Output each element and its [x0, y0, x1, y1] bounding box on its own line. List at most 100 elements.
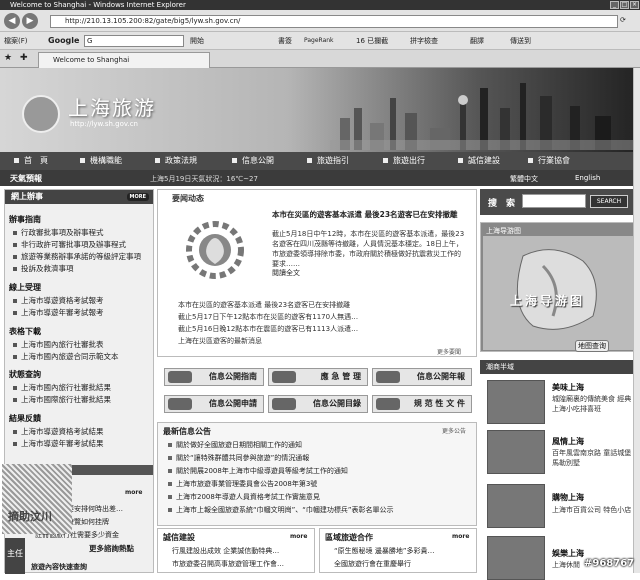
read-all-link[interactable]: 閱讀全文: [272, 268, 300, 278]
info-guide-button[interactable]: 信息公開指南: [164, 368, 264, 386]
browser-toolbar: 檔案(F) Google G 開始 書簽 PageRank 16 已攔截 拼字檢…: [0, 32, 640, 50]
regulations-button[interactable]: 規 范 性 文 件: [372, 395, 472, 413]
notice-line[interactable]: 上海市上報全國旅遊系統“巾幗文明崗”、“巾幗建功標兵”表彰名單公示: [168, 505, 394, 515]
site-logo-icon: [22, 95, 60, 133]
lang-traditional-link[interactable]: 繁體中文: [510, 174, 538, 184]
news-line[interactable]: 本市在災區的遊客基本派遣 最後23名遊客已在安排撤離: [178, 300, 350, 310]
annual-report-icon: [376, 371, 400, 383]
left-link[interactable]: 上海市國際旅行社審批結果: [13, 394, 111, 405]
spellcheck-button[interactable]: 拼字檢查: [410, 36, 438, 46]
news-headline[interactable]: 本市在災區的遊客基本派遣 最後23名遊客已在安排撤離: [272, 209, 466, 220]
shop-title[interactable]: 風情上海: [552, 436, 584, 447]
nav-travel[interactable]: 旅遊出行: [383, 155, 425, 167]
left-link[interactable]: 旅遊等業務辦事承諾的等級評定事項: [13, 251, 141, 262]
nav-association[interactable]: 行業協會: [528, 155, 570, 167]
section-title: 表格下載: [9, 327, 41, 336]
file-menu[interactable]: 檔案(F): [4, 36, 28, 46]
integrity-line[interactable]: 市旅遊委召開高事旅遊管理工作會…: [172, 559, 284, 569]
nav-home[interactable]: 首 頁: [14, 155, 48, 167]
site-search-button[interactable]: SEARCH: [590, 195, 628, 208]
integrity-more-link[interactable]: more: [290, 533, 307, 540]
google-logo: Google: [48, 36, 80, 45]
coop-line[interactable]: 全國旅遊行會在重慶舉行: [334, 559, 411, 569]
interact-line[interactable]: 遊覽如何挂牌: [67, 517, 109, 527]
notice-more-link[interactable]: 更多公告: [442, 426, 466, 435]
left-link[interactable]: 上海市導遊資格考試結果: [13, 426, 104, 437]
shopping-image[interactable]: [487, 484, 545, 528]
nav-org[interactable]: 機構職能: [80, 155, 122, 167]
url-input[interactable]: http://210.13.105.200:82/gate/big5/lyw.s…: [50, 15, 618, 28]
send-to-button[interactable]: 傳送到: [510, 36, 531, 46]
integrity-line[interactable]: 行風建設出成效 企業誠信動特典…: [172, 546, 279, 556]
bookmarks-button[interactable]: 書簽: [278, 36, 292, 46]
left-link[interactable]: 投訴及救濟事項: [13, 263, 74, 274]
left-link[interactable]: 非行政許可審批事項及辦事程式: [13, 239, 126, 250]
notice-line[interactable]: 上海市旅遊事業管理委員會公告2008年第3號: [168, 479, 317, 489]
emergency-button[interactable]: 應 急 管 理: [268, 368, 368, 386]
left-link[interactable]: 上海市國內旅遊合同示範文本: [13, 351, 119, 362]
add-favorite-icon[interactable]: ✚: [20, 53, 28, 63]
info-catalog-button[interactable]: 信息公開目錄: [268, 395, 368, 413]
favorites-star-icon[interactable]: ★: [4, 53, 12, 63]
refresh-icon[interactable]: ⟳: [620, 16, 626, 24]
left-link[interactable]: 上海市導遊年審考試報考: [13, 307, 104, 318]
food-image[interactable]: [487, 380, 545, 424]
popup-blocked-button[interactable]: 16 已攔截: [356, 36, 388, 46]
minimize-button[interactable]: _: [610, 1, 619, 9]
news-line[interactable]: 截止5月17日下午12點本市在災區的遊客有1170人無遇…: [178, 312, 358, 322]
interact-line[interactable]: 要安排何時出差…: [67, 504, 123, 514]
shop-title[interactable]: 美味上海: [552, 382, 584, 393]
news-line[interactable]: 截止5月16日晚12點本市在震區的遊客已有1113人派遣…: [178, 324, 358, 334]
notice-line[interactable]: 關於“讓特殊群體共同參與旅遊”的情況通報: [168, 453, 309, 463]
lang-english-link[interactable]: English: [575, 174, 600, 182]
notice-line[interactable]: 關於開展2008年上海市中級導遊員等級考試工作的通知: [168, 466, 348, 476]
scenery-image[interactable]: [487, 430, 545, 474]
start-button[interactable]: 開始: [190, 36, 204, 46]
left-link[interactable]: 上海市導遊資格考試報考: [13, 295, 104, 306]
news-more-link[interactable]: 更多要聞: [437, 347, 461, 356]
news-logo-image: [186, 221, 244, 279]
google-search-input[interactable]: G: [84, 35, 184, 47]
nav-integrity[interactable]: 誠信建設: [458, 155, 500, 167]
forward-button[interactable]: ▶: [22, 13, 38, 29]
shop-title[interactable]: 娛樂上海: [552, 548, 584, 559]
online-more-link[interactable]: MORE: [126, 193, 149, 201]
left-link[interactable]: 上海市導遊年審考試結果: [13, 438, 104, 449]
news-summary: 截止5月18日中午12時，本市在災區的遊客基本派遣，最後23名遊客在四川茂縣等待…: [272, 230, 465, 268]
vertical-scrollbar[interactable]: [633, 68, 640, 573]
nav-guide[interactable]: 旅遊指引: [307, 155, 349, 167]
info-request-button[interactable]: 信息公開申請: [164, 395, 264, 413]
weather-title: 天氣預報: [10, 174, 42, 183]
section-title: 辦事指南: [9, 215, 41, 224]
back-button[interactable]: ◀: [4, 13, 20, 29]
maximize-button[interactable]: □: [620, 1, 629, 9]
side-tab[interactable]: 主任: [5, 538, 25, 574]
entertainment-image[interactable]: [487, 536, 545, 580]
coop-more-link[interactable]: more: [452, 533, 469, 540]
left-link[interactable]: 上海市國內旅行社審批結果: [13, 382, 111, 393]
info-guide-icon: [168, 371, 192, 383]
annual-report-button[interactable]: 信息公開年報: [372, 368, 472, 386]
address-bar-row: ◀ ▶ http://210.13.105.200:82/gate/big5/l…: [0, 10, 640, 32]
notice-line[interactable]: 上海市2008年導遊人員資格考試工作實施意見: [168, 492, 320, 502]
site-search-input[interactable]: [522, 194, 586, 208]
skyline-image: [330, 83, 640, 150]
coop-title: 區域旅遊合作: [325, 533, 373, 542]
interact-more-link[interactable]: more: [125, 489, 142, 496]
notice-line[interactable]: 關於做好全國旅遊日期間相關工作的通知: [168, 440, 302, 450]
nav-info[interactable]: 信息公開: [232, 155, 274, 167]
left-link[interactable]: 上海市國內旅行社審批表: [13, 339, 104, 350]
map-query-button[interactable]: 地图查询: [575, 340, 609, 352]
translate-button[interactable]: 翻譯: [470, 36, 484, 46]
coop-line[interactable]: “原生態秘境 邊暴勝地”多彩貴…: [334, 546, 434, 556]
pagerank-badge: PageRank: [304, 37, 334, 44]
info-request-icon: [168, 398, 192, 410]
hot-qa-link[interactable]: 更多諮詢熱點: [89, 543, 134, 554]
left-link[interactable]: 行政審批事項及辦事程式: [13, 227, 104, 238]
close-button[interactable]: ×: [630, 1, 639, 9]
site-title: 上海旅游: [68, 96, 156, 120]
tab-welcome-to-shanghai[interactable]: Welcome to Shanghai: [38, 52, 210, 68]
shop-title[interactable]: 購物上海: [552, 492, 584, 503]
news-line[interactable]: 上海在災區遊客的最新消息: [178, 336, 262, 346]
nav-policy[interactable]: 政策法規: [155, 155, 197, 167]
